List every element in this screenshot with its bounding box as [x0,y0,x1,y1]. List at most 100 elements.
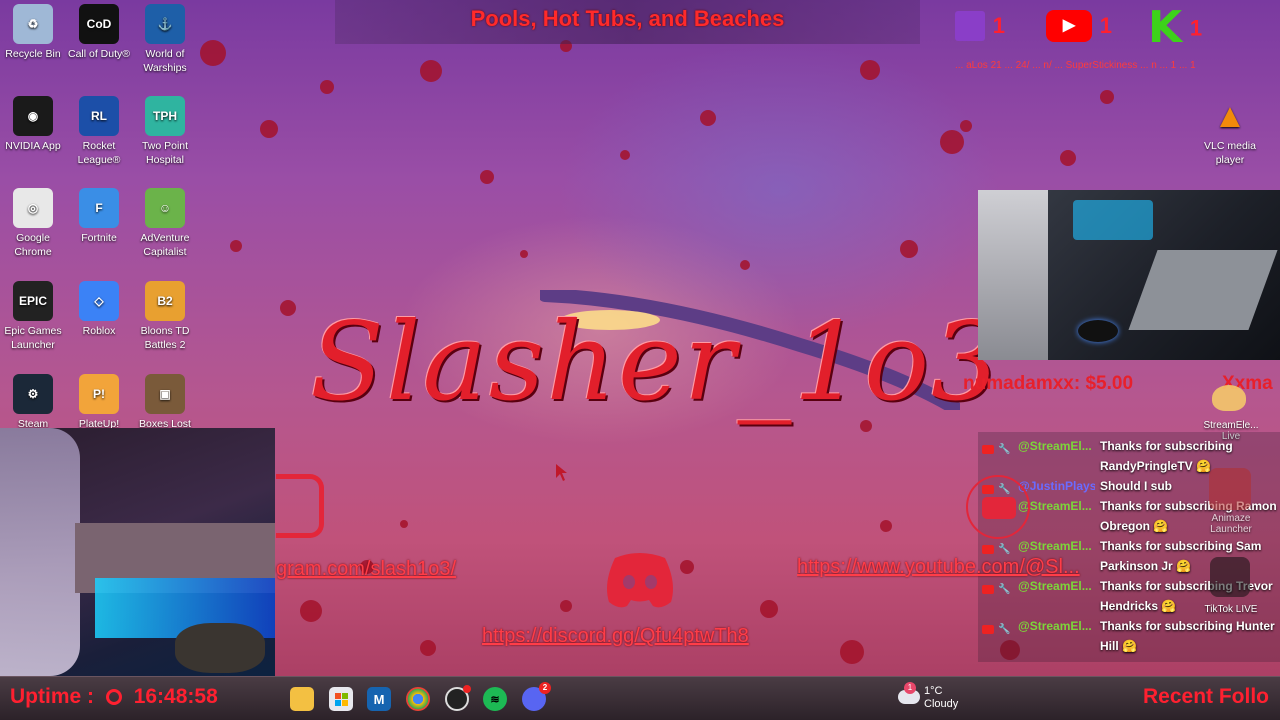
streamelements-icon[interactable] [1212,385,1246,411]
blood-splat [700,110,716,126]
chrome-taskbar-icon[interactable] [406,687,430,711]
youtube-link[interactable]: https://www.youtube.com/@Sl... [797,556,1201,579]
chat-username[interactable]: @StreamEl... [1018,436,1095,456]
desktop-icon[interactable]: ♻ Recycle Bin [0,4,66,61]
desktop-icon[interactable]: B2 Bloons TD Battles 2 [132,281,198,352]
cam-monitor-glow [1073,200,1153,240]
desktop-icon[interactable]: ⚓ World of Warships [132,4,198,75]
twitch-icon [955,10,985,41]
weather-widget[interactable]: 1°C Cloudy [924,685,958,711]
animaze-icon[interactable] [1209,468,1251,510]
app-icon: TPH [145,96,185,136]
blood-splat [1060,150,1076,166]
desktop-icon[interactable]: ◎ Google Chrome [0,188,66,259]
blood-splat [230,240,242,252]
chat-username[interactable]: @JustinPlays... [1018,476,1095,496]
desktop-icon[interactable]: RL Rocket League® [66,96,132,167]
discord-notification-badge: 2 [539,682,551,694]
app-icon: ◉ [13,96,53,136]
desktop-icon-label: Fortnite [81,232,117,244]
cam-laptop [1128,250,1278,330]
chat-username[interactable]: @StreamEl... [1018,536,1095,556]
uptime-label: Uptime : [10,685,94,708]
desktop-icon[interactable]: ▣ Boxes Lost [132,374,198,431]
desktop-icon[interactable]: ◉ NVIDIA App [0,96,66,153]
moderator-wrench-icon: 🔧 [998,623,1011,635]
blood-splat [860,60,880,80]
cam-pet [175,623,265,673]
webcam-room-view [0,428,275,676]
desktop-icon-label: Google Chrome [14,232,52,258]
discord-taskbar-icon[interactable]: 2 [522,682,551,711]
desktop-icon[interactable]: CoD Call of Duty® [66,4,132,61]
desktop-icon[interactable]: P! PlateUp! [66,374,132,431]
chat-username[interactable]: @StreamEl... [1018,616,1095,636]
desktop-icon[interactable]: ⚙ Steam [0,374,66,431]
discord-icon[interactable] [603,548,677,612]
blood-splat [900,240,918,258]
animaze-label: Animaze Launcher [1210,513,1252,535]
blood-splat [620,150,630,160]
uptime-value: 16:48:58 [133,685,218,708]
channel-logo: Slasher_1o3 [310,300,1002,425]
desktop-icon-label: Recycle Bin [5,48,61,60]
tiktok-icon[interactable] [1210,557,1250,597]
kick-count: 1 [1189,15,1203,41]
blood-splat [280,300,296,316]
blood-splat [260,120,278,138]
weather-icon: 1 [898,682,920,704]
microsoft-store-icon[interactable] [329,687,353,711]
file-explorer-icon[interactable] [290,687,314,711]
weather-temp: 1°C [924,685,943,697]
blood-splat [320,80,334,94]
cam-mouse [1078,320,1118,342]
blood-splat [680,560,694,574]
twitch-counter: 1 [955,8,1005,41]
app-icon: F [79,188,119,228]
instagram-link[interactable]: gram.com/slash1o3/ [276,558,456,581]
kick-counter: K 1 [1148,2,1203,53]
instagram-icon[interactable] [276,474,324,538]
uptime-display: Uptime : 16:48:58 [10,685,218,709]
spotify-icon[interactable]: ≋ [483,687,507,711]
webcam-desk-view [978,190,1280,360]
desktop-icon-label: Rocket League® [77,140,121,166]
chat-username[interactable]: @StreamEl... [1018,576,1095,596]
blood-splat [520,250,528,258]
youtube-badge-icon [982,625,994,635]
youtube-badge-icon [982,445,994,455]
app-icon: ▣ [145,374,185,414]
app-icon: ♻ [13,4,53,44]
desktop-icon[interactable]: EPIC Epic Games Launcher [0,281,66,352]
blood-splat [740,260,750,270]
chat-panel: 🔧 @StreamEl... Thanks for subscribing Rand… [978,432,1280,662]
youtube-badge-icon [982,545,994,555]
blood-splat [420,60,442,82]
desktop-icon[interactable]: ☺ AdVenture Capitalist [132,188,198,259]
blood-splat [400,520,408,528]
app-m-icon[interactable]: M [367,687,391,711]
blood-splat [300,600,322,622]
blood-splat [560,600,572,612]
desktop-icon[interactable]: ▲ VLC media player [1197,96,1263,167]
youtube-badge-icon [982,585,994,595]
kick-icon: K [1148,2,1183,53]
blood-splat [840,640,864,664]
discord-link[interactable]: https://discord.gg/Qfu4ptwTh8 [482,625,749,648]
blood-splat [880,520,892,532]
app-icon: ◇ [79,281,119,321]
recent-follower-label: Recent Follo [1143,685,1270,708]
desktop-icon-label: Two Point Hospital [141,140,189,166]
obs-icon[interactable] [445,685,471,711]
donation-text: numadamxx: $5.00 [963,373,1134,394]
desktop-icon[interactable]: F Fortnite [66,188,132,245]
tiktok-label: TikTok LIVE [1204,604,1258,615]
app-icon: CoD [79,4,119,44]
desktop-icon-label: AdVenture Capitalist [140,232,190,258]
app-icon: RL [79,96,119,136]
stream-title: Pools, Hot Tubs, and Beaches [470,6,785,31]
cam-chair-left [0,428,80,676]
desktop-icon[interactable]: TPH Two Point Hospital [132,96,198,167]
youtube-overlay-icon[interactable] [966,475,1030,539]
desktop-icon[interactable]: ◇ Roblox [66,281,132,338]
